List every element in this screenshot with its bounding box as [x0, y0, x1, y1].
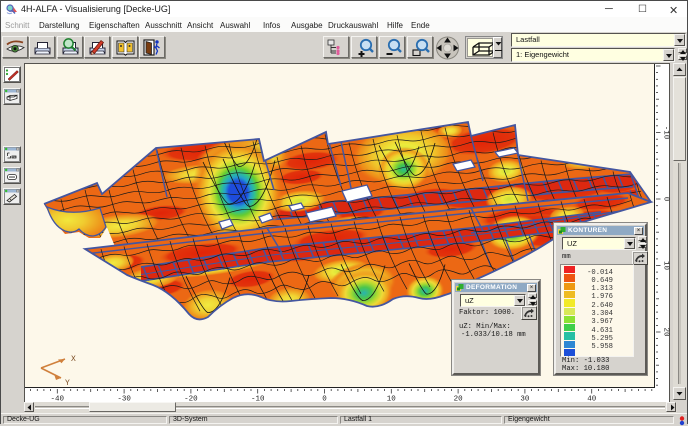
svg-text:20: 20	[662, 327, 670, 337]
svg-text:-10: -10	[662, 126, 670, 140]
svg-text:X: X	[71, 355, 76, 364]
svg-text:10: 10	[662, 261, 670, 271]
svg-text:0: 0	[662, 197, 670, 202]
svg-text:Y: Y	[65, 379, 70, 388]
